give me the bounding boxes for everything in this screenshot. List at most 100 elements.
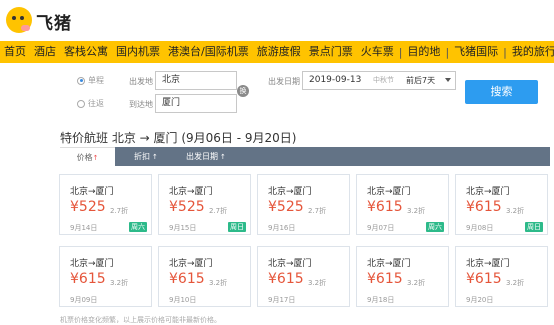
nav-item-train[interactable]: 火车票 — [357, 41, 398, 63]
nav-item-fliggy-intl[interactable]: 飞猪国际 — [450, 41, 502, 63]
sort-date-label: 出发日期 — [186, 152, 218, 161]
card-discount: 2.7折 — [209, 207, 228, 215]
sort-tab-discount[interactable]: 折扣 ↑ — [134, 147, 158, 166]
card-discount: 3.2折 — [110, 279, 129, 287]
logo-bar: 飞猪 — [0, 0, 554, 40]
section-title: 特价航班 北京 → 厦门 (9月06日 - 9月20日) — [60, 131, 297, 145]
chevron-down-icon[interactable] — [445, 78, 451, 82]
sort-discount-label: 折扣 — [134, 152, 150, 161]
from-label: 出发地 — [129, 77, 153, 86]
nav-item-home[interactable]: 首页 — [0, 41, 30, 63]
oneway-label: 单程 — [88, 76, 104, 85]
card-price: ¥615 — [367, 271, 403, 287]
card-date: 9月17日 — [268, 296, 296, 304]
weekday-badge: 周日 — [525, 222, 543, 232]
card-discount: 3.2折 — [506, 207, 525, 215]
card-date: 9月08日 — [466, 224, 494, 232]
search-button[interactable]: 搜索 — [465, 80, 538, 104]
card-date: 9月14日 — [70, 224, 98, 232]
from-input[interactable]: 北京 — [155, 71, 237, 90]
sort-price-label: 价格 — [76, 153, 93, 162]
card-price: ¥615 — [268, 271, 304, 287]
sort-tab-price[interactable]: 价格↑ — [60, 147, 115, 166]
card-route: 北京→厦门 — [466, 259, 510, 269]
roundtrip-radio[interactable]: 往返 — [77, 98, 104, 109]
flight-card[interactable]: 北京→厦门 ¥525 2.7折 9月16日 — [257, 174, 350, 235]
card-route: 北京→厦门 — [70, 187, 114, 197]
card-route: 北京→厦门 — [169, 259, 213, 269]
oneway-radio[interactable]: 单程 — [77, 75, 104, 86]
card-route: 北京→厦门 — [367, 259, 411, 269]
radio-unchecked-icon — [77, 99, 85, 108]
nav-item-intl-flights[interactable]: 港澳台/国际机票 — [164, 41, 253, 63]
card-route: 北京→厦门 — [466, 187, 510, 197]
roundtrip-label: 往返 — [88, 99, 104, 108]
sort-up-arrow-icon: ↑ — [92, 154, 99, 162]
flight-card[interactable]: 北京→厦门 ¥615 3.2折 9月08日 周日 — [455, 174, 548, 235]
card-discount: 3.2折 — [209, 279, 228, 287]
card-discount: 3.2折 — [506, 279, 525, 287]
flight-card[interactable]: 北京→厦门 ¥615 3.2折 9月07日 周六 — [356, 174, 449, 235]
flight-card[interactable]: 北京→厦门 ¥615 3.2折 9月09日 — [59, 246, 152, 307]
flight-card[interactable]: 北京→厦门 ¥615 3.2折 9月10日 — [158, 246, 251, 307]
sort-tab-date[interactable]: 出发日期 ↑ — [186, 147, 226, 166]
card-date: 9月09日 — [70, 296, 98, 304]
flight-card[interactable]: 北京→厦门 ¥525 2.7折 9月15日 周日 — [158, 174, 251, 235]
card-price: ¥525 — [169, 199, 205, 215]
card-price: ¥615 — [169, 271, 205, 287]
holiday-hint: 中秋节 — [373, 76, 394, 84]
to-input[interactable]: 厦门 — [155, 94, 237, 113]
card-date: 9月07日 — [367, 224, 395, 232]
card-price: ¥615 — [70, 271, 106, 287]
card-route: 北京→厦门 — [70, 259, 114, 269]
sort-up-arrow-icon: ↑ — [220, 153, 226, 161]
nav-item-domestic-flights[interactable]: 国内机票 — [112, 41, 164, 63]
pig-logo-icon[interactable] — [6, 7, 32, 33]
date-range-select[interactable]: 前后7天 — [406, 72, 435, 89]
card-discount: 2.7折 — [308, 207, 327, 215]
card-date: 9月15日 — [169, 224, 197, 232]
date-label: 出发日期 — [268, 77, 300, 86]
weekday-badge: 周日 — [228, 222, 246, 232]
card-route: 北京→厦门 — [169, 187, 213, 197]
flight-card[interactable]: 北京→厦门 ¥615 3.2折 9月17日 — [257, 246, 350, 307]
card-date: 9月16日 — [268, 224, 296, 232]
date-value: 2019-09-13 — [309, 75, 362, 85]
card-date: 9月20日 — [466, 296, 494, 304]
nav-item-vacation[interactable]: 旅游度假 — [253, 41, 305, 63]
card-discount: 3.2折 — [308, 279, 327, 287]
main-nav: 首页 酒店 客栈公寓 国内机票 港澳台/国际机票 旅游度假 景点门票 火车票 |… — [0, 41, 554, 63]
nav-item-destination[interactable]: 目的地 — [403, 41, 444, 63]
sort-bar: 价格↑ 折扣 ↑ 出发日期 ↑ — [60, 147, 550, 166]
date-input[interactable]: 2019-09-13 中秋节 前后7天 — [302, 71, 456, 90]
to-label: 到达地 — [129, 100, 153, 109]
card-price: ¥525 — [268, 199, 304, 215]
card-date: 9月18日 — [367, 296, 395, 304]
card-route: 北京→厦门 — [367, 187, 411, 197]
card-price: ¥615 — [367, 199, 403, 215]
price-disclaimer: 机票价格变化频繁，以上展示价格可能非最新价格。 — [60, 316, 221, 324]
card-price: ¥525 — [70, 199, 106, 215]
weekday-badge: 周六 — [129, 222, 147, 232]
card-discount: 2.7折 — [110, 207, 129, 215]
card-price: ¥615 — [466, 199, 502, 215]
flight-card[interactable]: 北京→厦门 ¥615 3.2折 9月18日 — [356, 246, 449, 307]
weekday-badge: 周六 — [426, 222, 444, 232]
nav-item-my-trips[interactable]: 我的旅行 — [508, 41, 554, 63]
logo-text[interactable]: 飞猪 — [36, 9, 72, 34]
card-discount: 3.2折 — [407, 279, 426, 287]
flight-card[interactable]: 北京→厦门 ¥525 2.7折 9月14日 周六 — [59, 174, 152, 235]
sort-up-arrow-icon: ↑ — [152, 153, 158, 161]
card-discount: 3.2折 — [407, 207, 426, 215]
page: 飞猪 首页 酒店 客栈公寓 国内机票 港澳台/国际机票 旅游度假 景点门票 火车… — [0, 0, 554, 325]
card-date: 9月10日 — [169, 296, 197, 304]
flight-card[interactable]: 北京→厦门 ¥615 3.2折 9月20日 — [455, 246, 548, 307]
swap-cities-button[interactable]: 换 — [237, 85, 249, 97]
card-route: 北京→厦门 — [268, 187, 312, 197]
card-price: ¥615 — [466, 271, 502, 287]
card-route: 北京→厦门 — [268, 259, 312, 269]
nav-item-tickets[interactable]: 景点门票 — [305, 41, 357, 63]
nav-item-inn[interactable]: 客栈公寓 — [60, 41, 112, 63]
nav-item-hotel[interactable]: 酒店 — [30, 41, 60, 63]
radio-checked-icon — [77, 76, 85, 85]
